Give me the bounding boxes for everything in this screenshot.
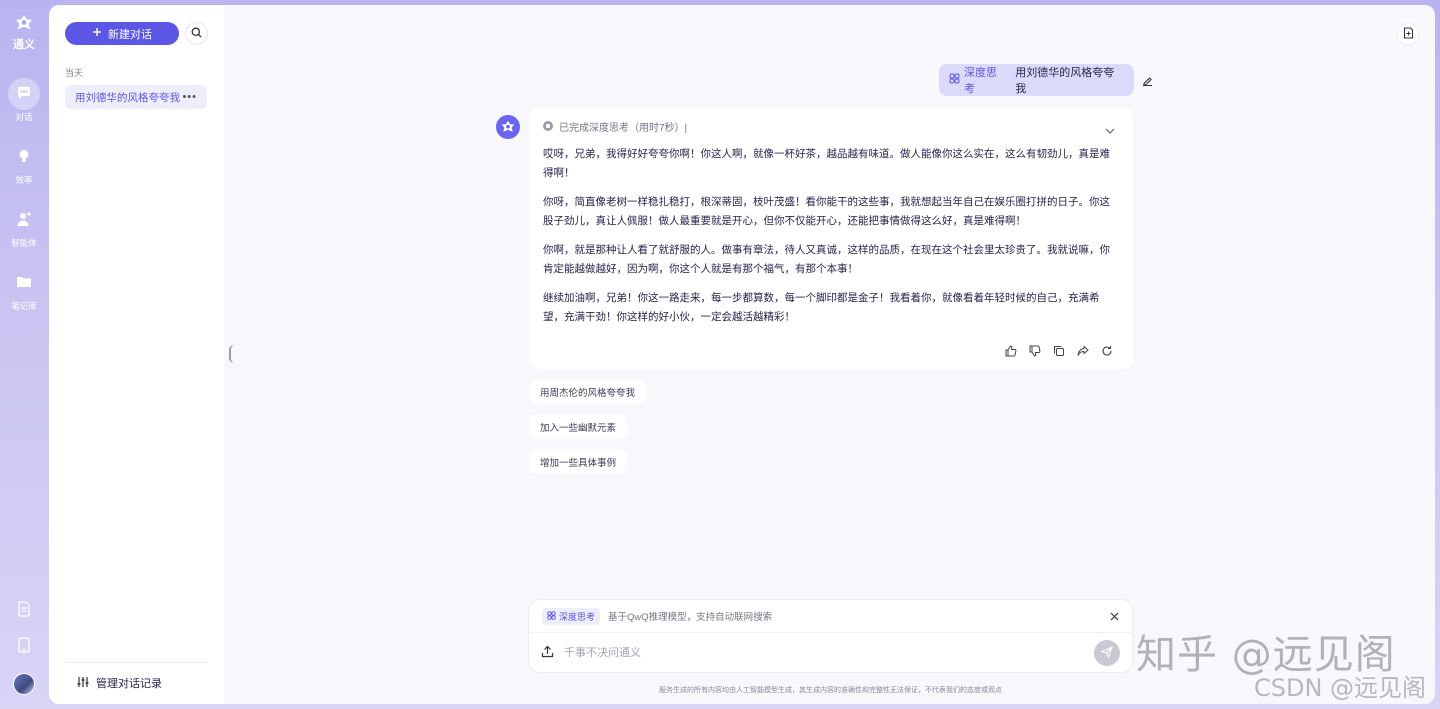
message-input[interactable]: [564, 647, 1084, 659]
sidebar-collapse-handle[interactable]: [229, 345, 234, 363]
upload-icon[interactable]: [541, 645, 554, 661]
agent-icon: [16, 211, 32, 229]
disclaimer-text: 服务生成的所有内容均由人工智能模型生成，其生成内容的准确性和完整性无法保证，不代…: [659, 687, 1002, 694]
plus-icon: [92, 27, 102, 40]
deep-think-icon: [547, 610, 556, 622]
suggestion-chip[interactable]: 加入一些幽默元素: [529, 414, 628, 439]
history-item-title: 用刘德华的风格夸夸我: [75, 91, 180, 104]
answer-actions: [1005, 345, 1113, 357]
answer-paragraph: 你呀，简直像老树一样稳扎稳打，根深蒂固，枝叶茂盛！看你能干的这些事，我就想起当年…: [543, 196, 1110, 227]
app-logo[interactable]: 通义: [13, 14, 35, 52]
history-item[interactable]: 用刘德华的风格夸夸我 •••: [65, 85, 207, 109]
send-icon: [1100, 645, 1113, 661]
user-message: 深度思考 用刘德华的风格夸夸我: [939, 64, 1134, 96]
export-doc-button[interactable]: [1397, 23, 1419, 45]
document-icon[interactable]: [17, 601, 31, 620]
assistant-answer: 已完成深度思考（用时7秒）| 哎呀，兄弟，我得好好夸夸你啊！你这人啊，就像一杯好…: [529, 107, 1133, 369]
lightbulb-icon: [16, 148, 32, 166]
rail-item-chat[interactable]: 对话: [0, 78, 48, 123]
user-message-text: 用刘德华的风格夸夸我: [1015, 67, 1115, 95]
thinking-icon: [543, 121, 553, 131]
deep-think-icon: [949, 73, 960, 87]
answer-paragraph: 继续加油啊，兄弟！你这一路走来，每一步都算数，每一个脚印都是金子！我看着你，就像…: [543, 292, 1100, 323]
mode-chip-label: 深度思考: [559, 611, 596, 622]
rail-item-agent[interactable]: 智能体: [0, 204, 48, 249]
more-options-icon[interactable]: •••: [182, 91, 197, 103]
left-rail: 通义 对话 效率 智能体 笔记库: [0, 0, 48, 709]
regenerate-icon[interactable]: [1101, 345, 1113, 357]
logo-text: 通义: [13, 39, 35, 51]
deep-think-mode-chip[interactable]: 深度思考: [542, 607, 601, 625]
answer-paragraph: 你啊，就是那种让人看了就舒服的人。做事有章法，待人又真诚，这样的品质，在现在这个…: [543, 244, 1110, 275]
answer-body: 哎呀，兄弟，我得好好夸夸你啊！你这人啊，就像一杯好茶，越品越有味道。做人能像你这…: [543, 145, 1119, 327]
mode-description: 基于QwQ推理模型，支持自动联网搜索: [608, 612, 773, 623]
suggestion-chip[interactable]: 增加一些具体事例: [529, 449, 628, 474]
chat-icon: [16, 85, 32, 103]
thinking-status-text: 已完成深度思考（用时7秒）|: [559, 122, 688, 134]
rail-label: 对话: [15, 112, 33, 122]
divider: [65, 662, 208, 663]
new-chat-button[interactable]: 新建对话: [65, 22, 179, 45]
manage-history-button[interactable]: 管理对话记录: [77, 675, 162, 691]
thinking-status[interactable]: 已完成深度思考（用时7秒）|: [543, 119, 1119, 134]
watermark: CSDN @远见阁: [1254, 674, 1427, 702]
chat-main: 深度思考 用刘德华的风格夸夸我 已完成深度思考（用时7秒）| 哎呀，兄弟，我得好…: [224, 5, 1435, 704]
history-group-label: 当天: [65, 68, 84, 78]
close-icon[interactable]: [1110, 612, 1119, 621]
edit-icon[interactable]: [1142, 75, 1153, 89]
search-button[interactable]: [185, 22, 208, 45]
share-icon[interactable]: [1077, 345, 1089, 357]
conversation-sidebar: 新建对话 当天 用刘德华的风格夸夸我 ••• 管理对话记录: [49, 5, 224, 704]
copy-icon[interactable]: [1053, 345, 1065, 357]
thumbs-up-icon[interactable]: [1005, 345, 1017, 357]
rail-label: 笔记库: [11, 301, 37, 311]
doc-export-icon: [1403, 26, 1414, 42]
rail-item-notes[interactable]: 笔记库: [0, 267, 48, 312]
thumbs-down-icon[interactable]: [1029, 345, 1041, 357]
assistant-avatar: [496, 115, 520, 139]
send-button[interactable]: [1094, 640, 1120, 666]
search-icon: [191, 27, 202, 41]
avatar[interactable]: [13, 673, 35, 695]
manage-history-label: 管理对话记录: [96, 678, 162, 690]
rail-item-efficiency[interactable]: 效率: [0, 141, 48, 186]
deep-think-tag-label: 深度思考: [964, 67, 997, 95]
folder-icon: [16, 274, 32, 292]
chevron-down-icon[interactable]: [1105, 123, 1115, 137]
sliders-icon: [77, 676, 89, 691]
rail-label: 智能体: [11, 238, 37, 248]
rail-label: 效率: [15, 175, 33, 185]
tablet-icon[interactable]: [17, 637, 31, 656]
answer-paragraph: 哎呀，兄弟，我得好好夸夸你啊！你这人啊，就像一杯好茶，越品越有味道。做人能像你这…: [543, 148, 1110, 179]
message-composer: 深度思考 基于QwQ推理模型，支持自动联网搜索: [528, 599, 1133, 673]
new-chat-label: 新建对话: [108, 28, 152, 41]
deep-think-tag: 深度思考: [949, 64, 1007, 96]
mode-bar: 深度思考 基于QwQ推理模型，支持自动联网搜索: [529, 600, 1132, 633]
logo-icon: [15, 14, 33, 35]
suggestion-chip[interactable]: 用周杰伦的风格夸夸我: [529, 379, 647, 404]
